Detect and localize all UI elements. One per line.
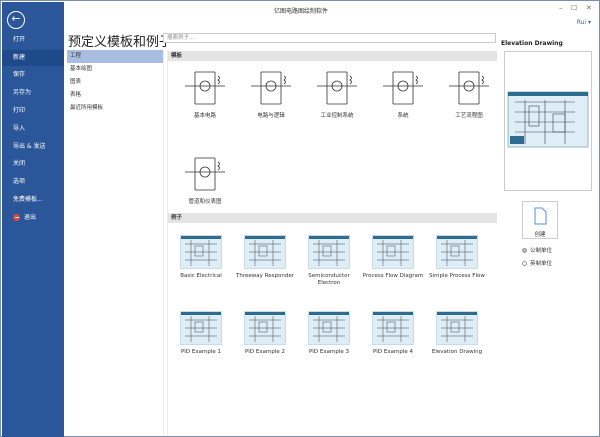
category-item[interactable]: 工程 bbox=[67, 50, 163, 63]
example-label: Process Flow Diagram bbox=[362, 273, 424, 279]
window-title: 亿图电路图绘制软件 bbox=[273, 8, 328, 15]
example-label: PID Example 2 bbox=[244, 349, 286, 355]
exit-icon bbox=[13, 214, 20, 221]
template-thumbnail-icon bbox=[449, 71, 489, 105]
example-thumbnail bbox=[244, 311, 286, 345]
example-tile[interactable]: Threeway Responder bbox=[234, 235, 296, 280]
example-tile[interactable]: Basic Electrical bbox=[170, 235, 232, 280]
example-tile[interactable]: Process Flow Diagram bbox=[362, 235, 424, 280]
sidebar-item-label: 关闭 bbox=[13, 160, 26, 167]
template-tile[interactable]: 工业控制系统 bbox=[306, 64, 368, 120]
sidebar-item[interactable]: 选项 bbox=[2, 174, 64, 190]
imperial-radio[interactable]: 英制单位 bbox=[522, 259, 552, 267]
sidebar-item-label: 选项 bbox=[13, 178, 26, 185]
example-thumbnail bbox=[180, 311, 222, 345]
minimize-button[interactable]: – bbox=[559, 4, 563, 12]
sidebar-item-label: 打开 bbox=[13, 36, 26, 43]
example-label: PID Example 3 bbox=[308, 349, 350, 355]
example-thumbnail bbox=[180, 235, 222, 269]
template-thumbnail-icon bbox=[185, 71, 225, 105]
examples-header: 例子 bbox=[168, 213, 497, 223]
sidebar-item[interactable]: 新建 bbox=[2, 50, 64, 66]
example-label: Elevation Drawing bbox=[431, 349, 483, 355]
sidebar-item-label: 另存为 bbox=[13, 89, 32, 96]
example-thumbnail bbox=[244, 235, 286, 269]
category-item[interactable]: 基本绘图 bbox=[67, 63, 163, 76]
preview-title: Elevation Drawing bbox=[501, 40, 563, 47]
example-thumbnail bbox=[308, 235, 350, 269]
category-item[interactable]: 表格 bbox=[67, 89, 163, 102]
example-tile[interactable]: Elevation Drawing bbox=[426, 311, 488, 356]
example-tile[interactable]: PID Example 3 bbox=[298, 311, 360, 356]
app-window: ← 打开 新建 保存 另存为 打印 导入 导出 & 发送 关闭 选项 免费模板... 退出 亿图电路… bbox=[0, 0, 600, 437]
example-label: Threeway Responder bbox=[236, 273, 294, 279]
sidebar-item-label: 导入 bbox=[13, 125, 26, 132]
template-tile[interactable]: 系统 bbox=[372, 64, 434, 120]
template-label: 系统 bbox=[397, 113, 409, 119]
create-label: 创建 bbox=[534, 232, 546, 238]
example-label: PID Example 1 bbox=[180, 349, 222, 355]
example-tile[interactable]: PID Example 2 bbox=[234, 311, 296, 356]
sidebar-item-label: 免费模板... bbox=[13, 196, 43, 203]
example-thumbnail bbox=[372, 311, 414, 345]
sidebar-item[interactable]: 免费模板... bbox=[2, 192, 64, 208]
user-menu[interactable]: Rui ▾ bbox=[577, 19, 591, 26]
sidebar-item[interactable]: 保存 bbox=[2, 67, 64, 83]
template-tile[interactable]: 基本电路 bbox=[174, 64, 236, 120]
template-label: 工业控制系统 bbox=[320, 113, 354, 119]
template-tile[interactable]: 管道和仪表图 bbox=[174, 150, 236, 206]
example-label: PID Example 4 bbox=[372, 349, 414, 355]
maximize-button[interactable]: ☐ bbox=[571, 4, 577, 12]
imperial-label: 英制单位 bbox=[530, 261, 553, 267]
template-thumbnail-icon bbox=[185, 157, 225, 191]
template-tile[interactable]: 电路与逻辑 bbox=[240, 64, 302, 120]
template-label: 电路与逻辑 bbox=[257, 113, 285, 119]
template-label: 管道和仪表图 bbox=[188, 199, 222, 205]
template-label: 工艺流程图 bbox=[455, 113, 483, 119]
example-tile[interactable]: Semiconductor Electron bbox=[298, 235, 360, 287]
category-item[interactable]: 图表 bbox=[67, 76, 163, 89]
gallery: 模板 基本电路 电路与逻辑 工业控制系统 系统 工艺流程图管道和仪表图 例子 Basic… bbox=[167, 50, 497, 435]
sidebar-item-label: 保存 bbox=[13, 71, 26, 78]
sidebar-item[interactable]: 关闭 bbox=[2, 156, 64, 172]
example-tile[interactable]: PID Example 4 bbox=[362, 311, 424, 356]
sidebar-item-label: 导出 & 发送 bbox=[13, 143, 46, 150]
preview-panel: Elevation Drawing 创建 公制单位 英制单位 bbox=[498, 37, 598, 435]
templates-header: 模板 bbox=[168, 51, 497, 61]
template-thumbnail-icon bbox=[383, 71, 423, 105]
example-tile[interactable]: Simple Process Flow bbox=[426, 235, 488, 280]
page-title: 预定义模板和例子 bbox=[68, 35, 173, 50]
template-tile[interactable]: 工艺流程图 bbox=[438, 64, 500, 120]
example-label: Semiconductor Electron bbox=[308, 273, 350, 286]
metric-label: 公制单位 bbox=[530, 248, 553, 254]
preview-image bbox=[504, 51, 592, 191]
category-list: 工程 基本绘图 图表 表格 最近所用模板 bbox=[67, 50, 164, 435]
template-thumbnail-icon bbox=[251, 71, 291, 105]
example-label: Basic Electrical bbox=[180, 273, 222, 279]
sidebar-item-label: 退出 bbox=[24, 214, 37, 221]
sidebar-item[interactable]: 打印 bbox=[2, 103, 64, 119]
sidebar: ← 打开 新建 保存 另存为 打印 导入 导出 & 发送 关闭 选项 免费模板... 退出 bbox=[2, 2, 64, 437]
sidebar-item[interactable]: 导出 & 发送 bbox=[2, 139, 64, 155]
sidebar-item[interactable]: 退出 bbox=[2, 210, 64, 226]
sidebar-item-label: 新建 bbox=[13, 54, 26, 61]
new-document-icon bbox=[534, 207, 547, 225]
sidebar-item[interactable]: 打开 bbox=[2, 32, 64, 48]
template-thumbnail-icon bbox=[317, 71, 357, 105]
example-thumbnail bbox=[436, 235, 478, 269]
example-tile[interactable]: PID Example 1 bbox=[170, 311, 232, 356]
sidebar-item-label: 打印 bbox=[13, 107, 26, 114]
template-label: 基本电路 bbox=[193, 113, 216, 119]
example-thumbnail bbox=[436, 311, 478, 345]
sidebar-item[interactable]: 导入 bbox=[2, 121, 64, 137]
example-thumbnail bbox=[372, 235, 414, 269]
category-item[interactable]: 最近所用模板 bbox=[67, 102, 163, 115]
metric-radio[interactable]: 公制单位 bbox=[522, 246, 552, 254]
sidebar-item[interactable]: 另存为 bbox=[2, 85, 64, 101]
close-button[interactable]: ✕ bbox=[586, 4, 592, 12]
search-input[interactable]: 搜索例子... bbox=[163, 33, 496, 43]
example-label: Simple Process Flow bbox=[429, 273, 485, 279]
create-button[interactable]: 创建 bbox=[522, 201, 558, 239]
example-thumbnail bbox=[308, 311, 350, 345]
